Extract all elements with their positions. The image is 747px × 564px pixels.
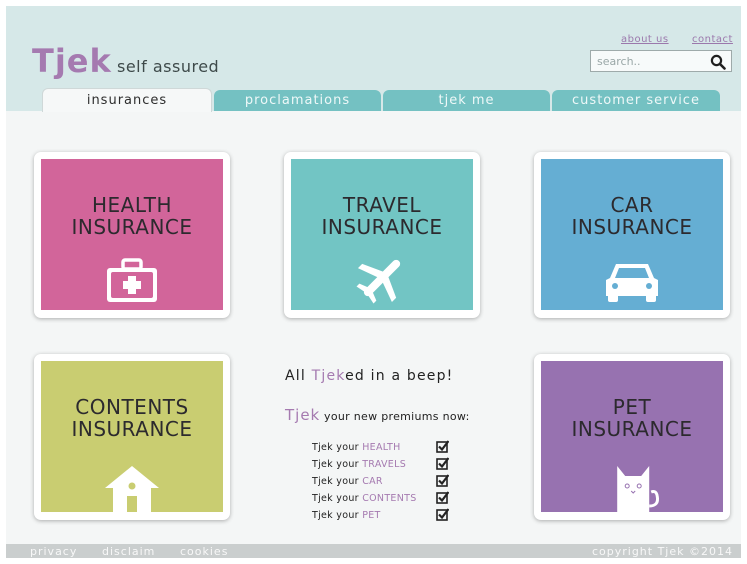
- tab-proclamations[interactable]: proclamations: [214, 90, 381, 111]
- header: Tjek self assured about us contact insur…: [6, 6, 741, 112]
- about-us-link[interactable]: about us: [621, 34, 669, 45]
- health-insurance-card[interactable]: HEALTH INSURANCE: [34, 152, 230, 318]
- footer-link-privacy[interactable]: privacy: [30, 544, 77, 558]
- footer-link-cookies[interactable]: cookies: [180, 544, 228, 558]
- copyright-text: copyright Tjek ©2014: [591, 545, 733, 558]
- car-insurance-tile: CAR INSURANCE: [541, 159, 723, 310]
- search-icon[interactable]: [710, 54, 726, 70]
- first-aid-kit-icon: [107, 258, 157, 302]
- travel-insurance-tile: TRAVEL INSURANCE: [291, 159, 473, 310]
- card-title: CONTENTS INSURANCE: [71, 395, 193, 441]
- cat-icon: [617, 466, 660, 512]
- search-box: [590, 50, 732, 72]
- tagline: self assured: [117, 57, 220, 76]
- footer: privacy disclaim cookies copyright Tjek …: [6, 544, 741, 558]
- logo[interactable]: Tjek: [32, 42, 112, 80]
- car-insurance-card[interactable]: CAR INSURANCE: [534, 152, 730, 318]
- contact-link[interactable]: contact: [692, 34, 733, 45]
- checkbox-checked-icon[interactable]: [436, 474, 449, 487]
- promo-headline: All Tjeked in a beep!: [285, 368, 454, 384]
- pet-insurance-card[interactable]: PET INSURANCE: [534, 354, 730, 520]
- checkbox-checked-icon[interactable]: [436, 440, 449, 453]
- promo-block: All Tjeked in a beep! Tjek your new prem…: [285, 368, 485, 521]
- car-icon: [606, 264, 658, 302]
- checkbox-checked-icon[interactable]: [436, 508, 449, 521]
- checklist-item-health: Tjek your HEALTH: [312, 440, 492, 457]
- tab-tjek-me[interactable]: tjek me: [383, 90, 550, 111]
- tab-customer-service[interactable]: customer service: [552, 90, 720, 111]
- checklist-item-travels: Tjek your TRAVELS: [312, 457, 492, 474]
- pet-insurance-tile: PET INSURANCE: [541, 361, 723, 512]
- airplane-icon: [356, 259, 401, 304]
- checklist-item-car: Tjek your CAR: [312, 474, 492, 491]
- checklist-item-pet: Tjek your PET: [312, 508, 492, 525]
- card-title: PET INSURANCE: [571, 395, 693, 441]
- page-frame: Tjek self assured about us contact insur…: [6, 6, 741, 558]
- promo-subheadline: Tjek your new premiums now:: [285, 406, 470, 424]
- contents-insurance-card[interactable]: CONTENTS INSURANCE: [34, 354, 230, 520]
- card-title: HEALTH INSURANCE: [71, 193, 193, 239]
- main-nav-tabs: insurances proclamations tjek me custome…: [6, 88, 741, 112]
- checklist-item-contents: Tjek your CONTENTS: [312, 491, 492, 508]
- search-input[interactable]: [597, 54, 709, 68]
- contents-insurance-tile: CONTENTS INSURANCE: [41, 361, 223, 512]
- health-insurance-tile: HEALTH INSURANCE: [41, 159, 223, 310]
- tab-insurances[interactable]: insurances: [42, 88, 212, 112]
- card-title: CAR INSURANCE: [571, 193, 693, 239]
- travel-insurance-card[interactable]: TRAVEL INSURANCE: [284, 152, 480, 318]
- card-title: TRAVEL INSURANCE: [321, 193, 443, 239]
- footer-link-disclaim[interactable]: disclaim: [102, 544, 155, 558]
- checkbox-checked-icon[interactable]: [436, 491, 449, 504]
- house-icon: [105, 466, 159, 512]
- checkbox-checked-icon[interactable]: [436, 457, 449, 470]
